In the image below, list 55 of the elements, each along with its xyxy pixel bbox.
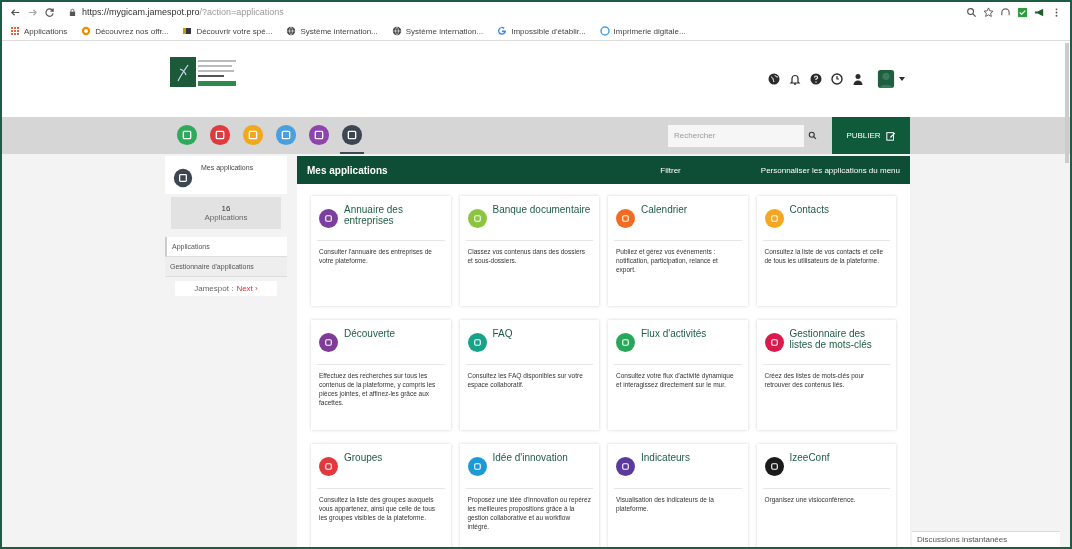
globe-icon bbox=[391, 26, 402, 36]
edit-icon bbox=[885, 130, 896, 141]
avatar-icon[interactable] bbox=[877, 69, 895, 89]
star-icon[interactable] bbox=[983, 6, 994, 18]
reload-icon[interactable] bbox=[44, 6, 55, 18]
bookmark[interactable]: Impossible d'établir... bbox=[497, 26, 586, 36]
globe-icon[interactable] bbox=[768, 73, 780, 85]
bookmark[interactable]: Système internation... bbox=[391, 26, 484, 36]
app-title[interactable]: Idée d'innovation bbox=[492, 452, 568, 463]
clock-icon[interactable] bbox=[831, 73, 843, 85]
search-icon[interactable] bbox=[808, 131, 817, 140]
filter-link[interactable]: Filtrer bbox=[660, 165, 681, 175]
bookmark[interactable]: Système internation... bbox=[286, 26, 378, 36]
app-title[interactable]: Découverte bbox=[344, 328, 396, 339]
book-icon bbox=[182, 26, 193, 36]
bookmark[interactable]: Imprimerie digitale... bbox=[599, 26, 686, 36]
count-label: Applications bbox=[204, 213, 248, 222]
caret-icon[interactable] bbox=[899, 77, 905, 81]
address-bar[interactable]: https://mygicam.jamespot.pro/?action=applications bbox=[69, 4, 960, 20]
chat-tab[interactable]: Discussions instantanées bbox=[912, 531, 1060, 547]
circle-icon bbox=[599, 26, 610, 36]
app-title[interactable]: Calendrier bbox=[641, 204, 688, 215]
app-count: 16 bbox=[221, 204, 231, 213]
bookmark[interactable]: Applications bbox=[10, 26, 68, 36]
next-link[interactable]: Next › bbox=[236, 284, 258, 293]
app-title[interactable]: Banque documentaire bbox=[492, 204, 591, 215]
app-title[interactable]: Groupes bbox=[344, 452, 383, 463]
user-icon[interactable] bbox=[852, 73, 864, 85]
app-title[interactable]: Flux d'activités bbox=[641, 328, 707, 339]
app-title[interactable]: Gestionnaire des listes de mots-clés bbox=[789, 328, 888, 350]
app-title[interactable]: FAQ bbox=[492, 328, 513, 339]
panel-title: Mes applications bbox=[307, 164, 389, 176]
app-title[interactable]: Annuaire des entreprises bbox=[344, 204, 443, 226]
megaphone-extension-icon[interactable] bbox=[1034, 6, 1045, 18]
bookmark[interactable]: Découvrir votre spé... bbox=[182, 26, 273, 36]
help-icon[interactable] bbox=[810, 73, 822, 85]
bookmark[interactable]: Découvrez nos offr... bbox=[81, 26, 169, 36]
apps-grid-icon bbox=[10, 26, 20, 36]
scrollbar[interactable] bbox=[1065, 43, 1069, 163]
zoom-icon[interactable] bbox=[966, 6, 977, 18]
app-title[interactable]: Contacts bbox=[789, 204, 829, 215]
ring-icon bbox=[81, 26, 92, 36]
lock-icon bbox=[69, 7, 76, 17]
google-icon bbox=[497, 26, 508, 36]
publish-button[interactable]: PUBLIER bbox=[832, 117, 910, 154]
app-title[interactable]: Indicateurs bbox=[641, 452, 690, 463]
search-field[interactable]: Rechercher bbox=[668, 124, 804, 147]
customize-link[interactable]: Personnaliser les applications du menu bbox=[760, 165, 900, 175]
globe-icon bbox=[286, 26, 297, 36]
headphones-icon[interactable] bbox=[1000, 6, 1011, 18]
footer-brand: Jamespot : bbox=[194, 284, 234, 293]
app-title[interactable]: IzeeConf bbox=[789, 452, 830, 463]
applications-icon bbox=[173, 168, 193, 188]
bell-icon[interactable] bbox=[789, 73, 801, 85]
checkbox-extension-icon[interactable] bbox=[1017, 6, 1028, 18]
